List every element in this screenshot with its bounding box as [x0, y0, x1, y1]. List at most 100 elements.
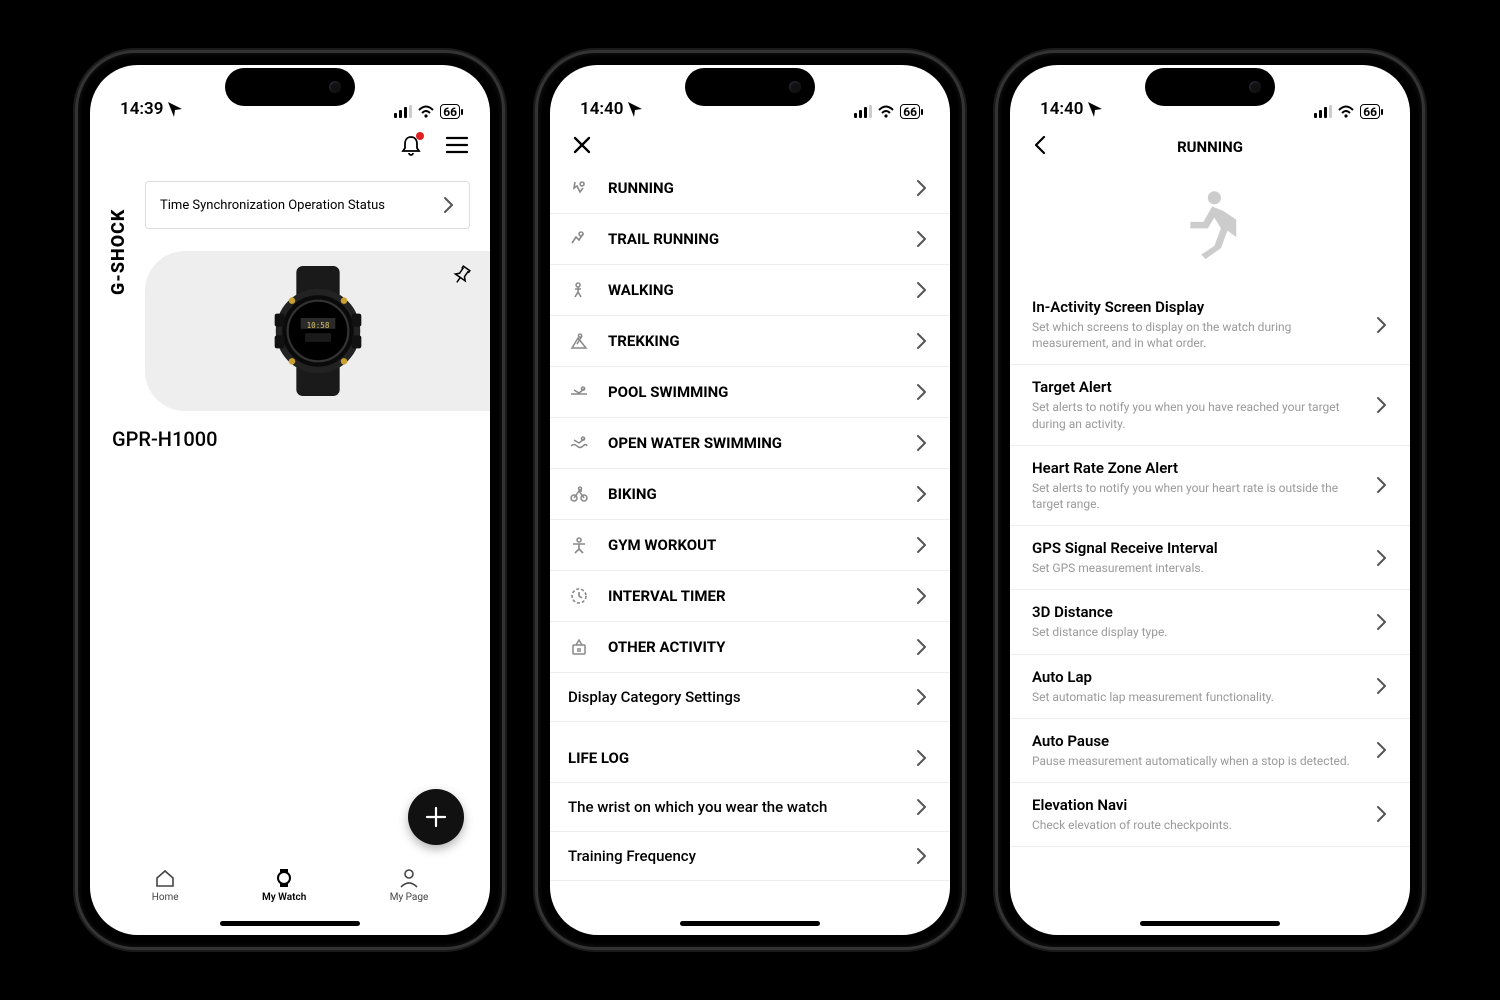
home-indicator[interactable] [1140, 921, 1280, 926]
plus-icon [424, 805, 448, 829]
chevron-right-icon [441, 196, 455, 214]
setting-title: Target Alert [1032, 378, 1360, 396]
setting-desc: Set alerts to notify you when you have r… [1032, 399, 1360, 431]
chevron-right-icon [914, 230, 928, 248]
notch [685, 68, 815, 106]
setting-elevation-navi[interactable]: Elevation Navi Check elevation of route … [1010, 783, 1410, 847]
nav-home[interactable]: Home [152, 867, 179, 903]
sync-status-button[interactable]: Time Synchronization Operation Status [145, 181, 470, 229]
setting-heart-rate-zone-alert[interactable]: Heart Rate Zone Alert Set alerts to noti… [1010, 446, 1410, 526]
activity-icon [568, 586, 590, 606]
nav-watch-label: My Watch [262, 892, 306, 903]
chevron-right-icon [914, 798, 928, 816]
watch-card[interactable]: 10:58 [145, 251, 490, 411]
chevron-right-icon [914, 179, 928, 197]
life-log[interactable]: LIFE LOG [550, 734, 950, 783]
bottom-nav: Home My Watch My Page [90, 855, 490, 915]
activity-icon [568, 280, 590, 300]
chevron-right-icon [914, 332, 928, 350]
activity-icon [568, 178, 590, 198]
chevron-right-icon [914, 847, 928, 865]
pin-icon [452, 265, 472, 285]
battery-level: 66 [440, 104, 460, 119]
setting-desc: Pause measurement automatically when a s… [1032, 753, 1350, 769]
activity-row-walking[interactable]: WALKING [550, 265, 950, 316]
phone-3: 14:40 66 RUNNING In-Activity Screen Disp… [995, 50, 1425, 950]
chevron-right-icon [1374, 476, 1388, 494]
chevron-right-icon [914, 688, 928, 706]
svg-text:10:58: 10:58 [306, 321, 329, 330]
home-indicator[interactable] [220, 921, 360, 926]
model-name: GPR-H1000 [112, 427, 490, 451]
activity-row-pool-swimming[interactable]: POOL SWIMMING [550, 367, 950, 418]
chevron-right-icon [914, 587, 928, 605]
chevron-right-icon [914, 638, 928, 656]
chevron-right-icon [914, 485, 928, 503]
clock: 14:40 [1040, 99, 1083, 119]
setting-gps-signal-receive-interval[interactable]: GPS Signal Receive Interval Set GPS meas… [1010, 526, 1410, 590]
setting-title: Elevation Navi [1032, 796, 1232, 814]
setting-target-alert[interactable]: Target Alert Set alerts to notify you wh… [1010, 365, 1410, 445]
phone-1: 14:39 66 Time Synchronization Operation … [75, 50, 505, 950]
chevron-right-icon [914, 434, 928, 452]
battery-level: 66 [900, 104, 920, 119]
setting-desc: Set GPS measurement intervals. [1032, 560, 1218, 576]
home-icon [154, 867, 176, 889]
sync-label: Time Synchronization Operation Status [160, 198, 385, 213]
phone-2: 14:40 66 RUNNING TRAIL RUNNING WALK [535, 50, 965, 950]
activity-list: RUNNING TRAIL RUNNING WALKING TREKKING P… [550, 163, 950, 935]
pin-button[interactable] [452, 265, 472, 289]
back-button[interactable] [1032, 135, 1048, 159]
chevron-right-icon [914, 536, 928, 554]
watch-icon [273, 867, 295, 889]
signal-icon [854, 105, 872, 118]
setting-title: Heart Rate Zone Alert [1032, 459, 1360, 477]
nav-my-watch[interactable]: My Watch [262, 867, 306, 903]
activity-icon [568, 484, 590, 504]
settings-list: In-Activity Screen Display Set which scr… [1010, 285, 1410, 847]
wifi-icon [878, 105, 894, 118]
setting-title: Auto Pause [1032, 732, 1350, 750]
location-icon [1087, 101, 1103, 117]
chevron-right-icon [1374, 805, 1388, 823]
setting-desc: Set alerts to notify you when your heart… [1032, 480, 1360, 512]
activity-icon [568, 433, 590, 453]
activity-row-trekking[interactable]: TREKKING [550, 316, 950, 367]
activity-row-biking[interactable]: BIKING [550, 469, 950, 520]
activity-label: OPEN WATER SWIMMING [608, 434, 782, 452]
setting-auto-lap[interactable]: Auto Lap Set automatic lap measurement f… [1010, 655, 1410, 719]
chevron-right-icon [1374, 549, 1388, 567]
activity-row-interval-timer[interactable]: INTERVAL TIMER [550, 571, 950, 622]
setting-title: Auto Lap [1032, 668, 1274, 686]
menu-button[interactable] [446, 136, 468, 158]
home-indicator[interactable] [680, 921, 820, 926]
wrist-setting[interactable]: The wrist on which you wear the watch [550, 783, 950, 832]
chevron-right-icon [1374, 677, 1388, 695]
add-button[interactable] [408, 789, 464, 845]
display-category-settings[interactable]: Display Category Settings [550, 673, 950, 722]
activity-label: BIKING [608, 485, 657, 503]
activity-icon [568, 382, 590, 402]
notifications-button[interactable] [400, 134, 422, 160]
activity-row-gym-workout[interactable]: GYM WORKOUT [550, 520, 950, 571]
activity-label: POOL SWIMMING [608, 383, 728, 401]
chevron-right-icon [914, 749, 928, 767]
watch-image: 10:58 [263, 266, 373, 396]
setting-auto-pause[interactable]: Auto Pause Pause measurement automatical… [1010, 719, 1410, 783]
activity-label: INTERVAL TIMER [608, 587, 726, 605]
setting-3d-distance[interactable]: 3D Distance Set distance display type. [1010, 590, 1410, 654]
activity-row-running[interactable]: RUNNING [550, 163, 950, 214]
nav-my-page[interactable]: My Page [390, 867, 429, 903]
activity-row-trail-running[interactable]: TRAIL RUNNING [550, 214, 950, 265]
close-button[interactable] [572, 135, 928, 159]
activity-row-other-activity[interactable]: OTHER ACTIVITY [550, 622, 950, 673]
activity-icon [568, 229, 590, 249]
wifi-icon [418, 105, 434, 118]
setting-in-activity-screen-display[interactable]: In-Activity Screen Display Set which scr… [1010, 285, 1410, 365]
activity-row-open-water-swimming[interactable]: OPEN WATER SWIMMING [550, 418, 950, 469]
setting-title: In-Activity Screen Display [1032, 298, 1360, 316]
setting-desc: Set which screens to display on the watc… [1032, 319, 1360, 351]
chevron-right-icon [1374, 741, 1388, 759]
nav-home-label: Home [152, 892, 179, 903]
training-frequency[interactable]: Training Frequency [550, 832, 950, 881]
